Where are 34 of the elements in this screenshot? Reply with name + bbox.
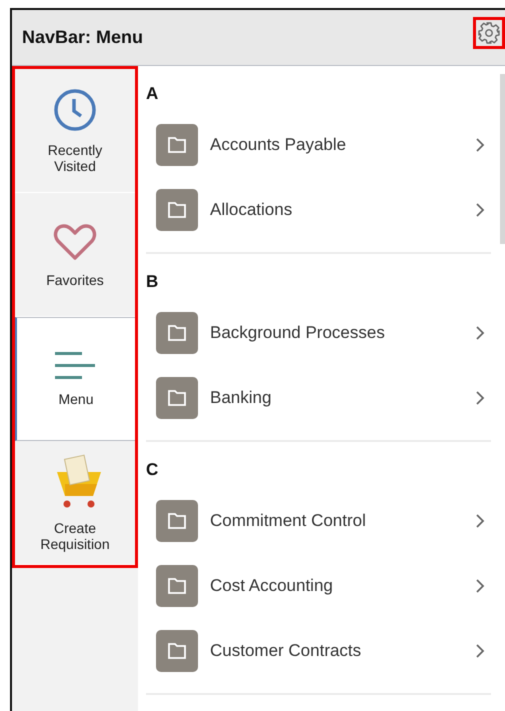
menu-item[interactable]: Accounts Payable [146,112,491,177]
menu-icon [55,351,97,381]
heart-icon [53,222,97,262]
page-title: NavBar: Menu [22,27,144,48]
chevron-right-icon [475,136,485,152]
sidebar-tile[interactable]: Create Requisition [15,441,135,565]
menu-item[interactable]: Banking [146,365,491,430]
sidebar-tile[interactable]: Menu [15,317,135,441]
settings-button[interactable] [473,16,505,48]
folder-icon [156,500,198,542]
chevron-right-icon [475,390,485,406]
menu-item[interactable]: Allocations [146,177,491,242]
menu-item[interactable]: Cost Accounting [146,553,491,618]
section-letter: C [146,460,160,480]
folder-icon [156,564,198,606]
menu-item[interactable]: Commitment Control [146,488,491,553]
folder-icon [156,630,198,672]
menu-item[interactable]: Customer Contracts [146,618,491,683]
scrollbar[interactable] [500,74,505,244]
folder-icon [156,124,198,166]
folder-icon [156,188,198,230]
section-letter: B [146,272,160,292]
chevron-right-icon [475,578,485,594]
sidebar-tile[interactable]: Recently Visited [15,69,135,193]
chevron-right-icon [475,324,485,340]
chevron-right-icon [475,202,485,218]
settings-icon [477,20,501,44]
clock-icon [53,88,97,132]
section-letter: A [146,84,160,104]
menu-item[interactable]: Background Processes [146,300,491,365]
folder-icon [156,312,198,354]
chevron-right-icon [475,512,485,528]
folder-icon [156,376,198,418]
chevron-right-icon [475,642,485,658]
